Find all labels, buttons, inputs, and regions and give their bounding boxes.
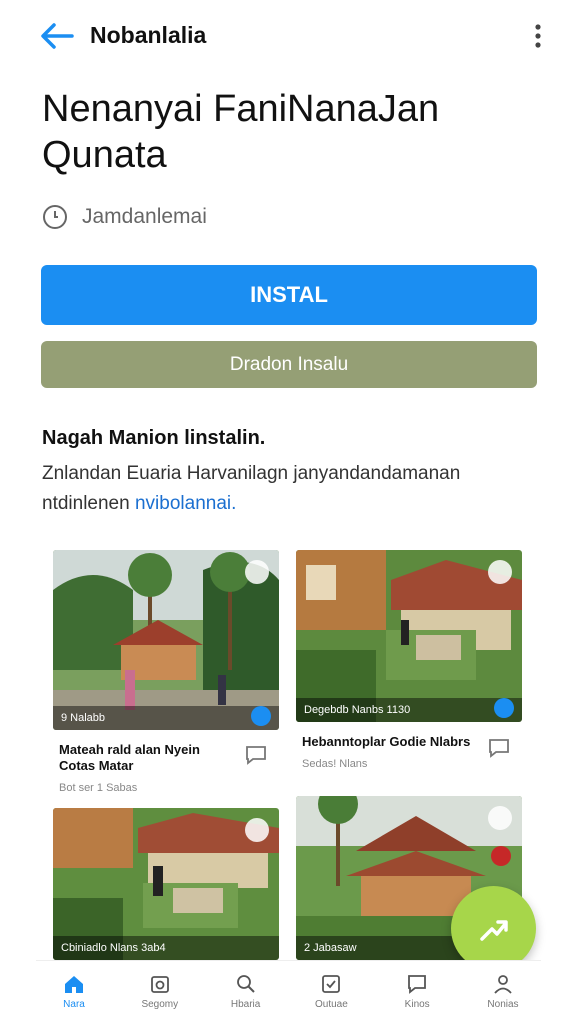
- card-subtitle: Sedas! Nlans: [302, 758, 368, 770]
- gallery-card[interactable]: Cbiniadlo Nlans 3ab4: [53, 808, 279, 960]
- pin-icon[interactable]: [245, 560, 269, 584]
- comment-icon[interactable]: [488, 738, 510, 758]
- card-title: Hebanntoplar Godie Nlabrs: [302, 734, 471, 749]
- comment-icon[interactable]: [245, 745, 267, 765]
- more-menu-button[interactable]: [528, 22, 548, 50]
- card-caption: Degebdb Nanbs 1130: [296, 698, 522, 722]
- camera-icon: [150, 976, 169, 993]
- nav-item-home[interactable]: Nara: [36, 961, 112, 1020]
- app-meta: Jamdanlemai: [82, 205, 207, 228]
- app-title: Nenanyai FaniNanaJan Qunata: [42, 88, 440, 176]
- description-link[interactable]: nvibolannai.: [135, 493, 236, 514]
- checklist-icon: [322, 975, 341, 993]
- bottom-nav: Nara Segomy Hbaria Outuae Kinos Nonias: [36, 960, 541, 1020]
- card-caption: Cbiniadlo Nlans 3ab4: [53, 936, 279, 960]
- card-image: Cbiniadlo Nlans 3ab4: [53, 808, 279, 960]
- card-title: Mateah rald alan Nyein Cotas Matar: [59, 742, 200, 773]
- card-subtitle: Bot ser 1 Sabas: [59, 782, 138, 794]
- description: Znlandan Euaria Harvanilagn janyandandam…: [42, 459, 542, 519]
- description-prefix: ntdinlenen: [42, 493, 130, 514]
- description-line-2: ntdinlenen nvibolannai.: [42, 489, 542, 519]
- profile-icon: [494, 975, 512, 994]
- gallery-card[interactable]: 9 Nalabb Mateah rald alan Nyein Cotas Ma…: [53, 550, 279, 794]
- pin-icon[interactable]: [245, 818, 269, 842]
- description-line: Znlandan Euaria Harvanilagn janyandandam…: [42, 463, 461, 484]
- share-fab[interactable]: [451, 886, 536, 971]
- nav-item-segomy[interactable]: Segomy: [122, 961, 198, 1020]
- search-icon: [236, 975, 255, 993]
- secondary-install-button[interactable]: Dradon Insalu: [41, 341, 537, 388]
- nav-label: Segomy: [141, 999, 179, 1010]
- nav-item-outuae[interactable]: Outuae: [293, 961, 369, 1020]
- nav-label: Nonias: [487, 999, 519, 1010]
- meta-row: Jamdanlemai: [42, 204, 207, 230]
- header-title: Nobanlalia: [90, 22, 207, 48]
- checkmark-icon: [251, 706, 271, 726]
- top-bar: Nobanlalia: [0, 0, 576, 72]
- card-image: 9 Nalabb: [53, 550, 279, 730]
- pin-icon[interactable]: [488, 806, 512, 830]
- nav-label: Hbaria: [230, 999, 261, 1010]
- chat-search-icon: [408, 975, 427, 994]
- arrow-left-icon: [41, 23, 74, 49]
- nav-label: Kinos: [404, 999, 430, 1010]
- trending-arrow-icon: [479, 919, 508, 941]
- back-button[interactable]: [38, 20, 76, 52]
- nav-label: Outuae: [314, 999, 348, 1010]
- section-heading: Nagah Manion linstalin.: [42, 427, 266, 449]
- card-caption: 9 Nalabb: [53, 706, 279, 730]
- card-image: Degebdb Nanbs 1130: [296, 550, 522, 722]
- nav-item-kinos[interactable]: Kinos: [379, 961, 455, 1020]
- checkmark-icon: [494, 698, 514, 718]
- nav-item-profile[interactable]: Nonias: [465, 961, 541, 1020]
- clock-icon: [43, 205, 67, 229]
- more-vertical-icon: [535, 24, 541, 48]
- install-button[interactable]: INSTAL: [41, 265, 537, 325]
- nav-label: Nara: [63, 999, 85, 1010]
- pin-icon[interactable]: [488, 560, 512, 584]
- nav-item-search[interactable]: Hbaria: [208, 961, 284, 1020]
- home-icon: [65, 976, 83, 993]
- gallery-card[interactable]: Degebdb Nanbs 1130 Hebanntoplar Godie Nl…: [296, 550, 522, 770]
